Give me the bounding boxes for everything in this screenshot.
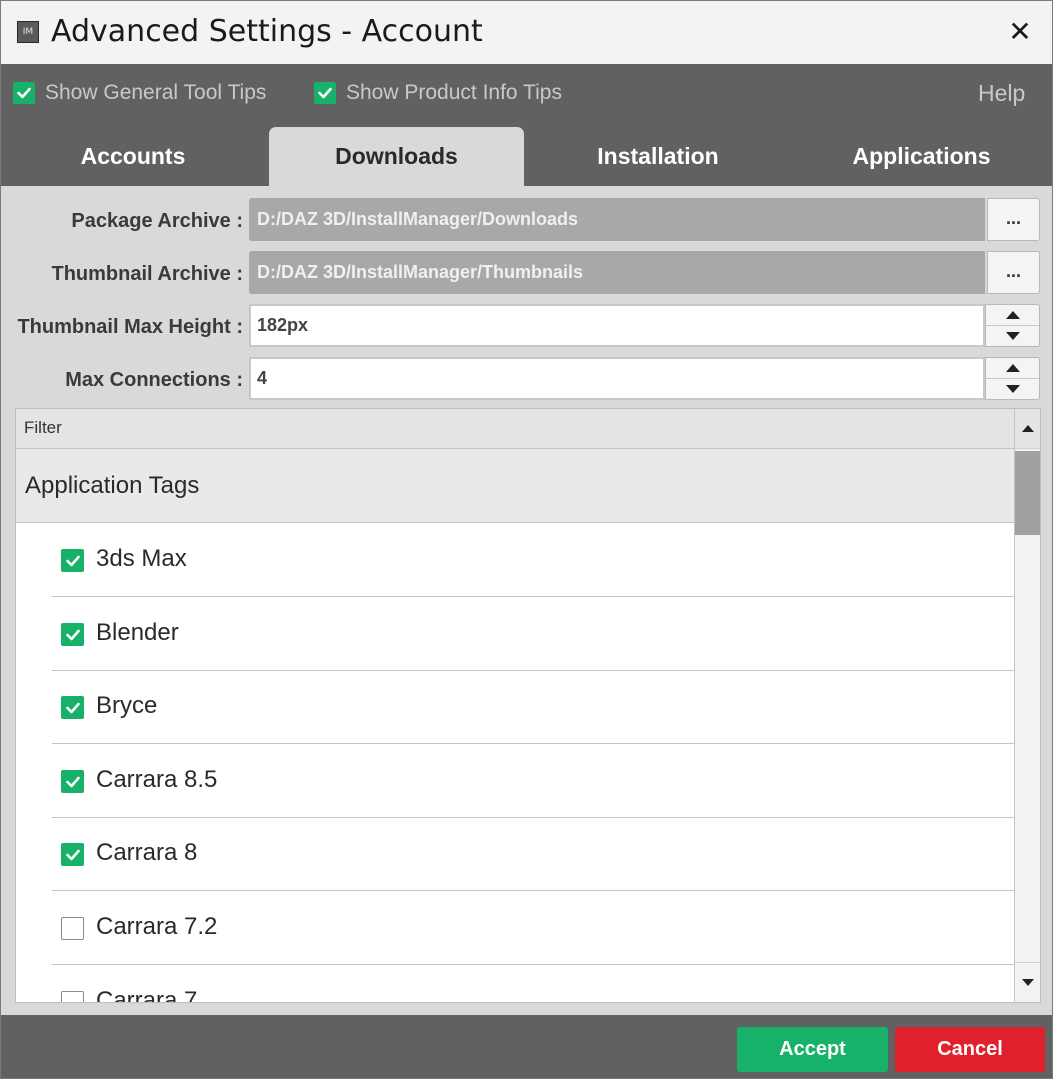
show-product-info-tips-label: Show Product Info Tips bbox=[346, 81, 562, 104]
list-item: Carrara 7.2 bbox=[16, 891, 1014, 965]
package-archive-path-field: D:/DAZ 3D/InstallManager/Downloads bbox=[249, 198, 985, 241]
increment-arrow-icon[interactable] bbox=[986, 358, 1039, 379]
thumbnail-max-height-input[interactable]: 182px bbox=[249, 304, 985, 347]
thumbnail-archive-browse-button[interactable]: ... bbox=[987, 251, 1040, 294]
checkbox-checked-icon[interactable] bbox=[61, 770, 84, 793]
checkbox-checked-icon[interactable] bbox=[13, 82, 35, 104]
checkbox-checked-icon[interactable] bbox=[314, 82, 336, 104]
list-item: Carrara 7 bbox=[16, 965, 1014, 1003]
thumbnail-max-height-label: Thumbnail Max Height : bbox=[17, 316, 243, 338]
decrement-arrow-icon[interactable] bbox=[986, 379, 1039, 399]
tab-accounts[interactable]: Accounts bbox=[1, 127, 265, 186]
help-link[interactable]: Help bbox=[978, 80, 1025, 107]
checkbox-checked-icon[interactable] bbox=[61, 843, 84, 866]
tab-downloads[interactable]: Downloads bbox=[269, 127, 524, 186]
thumbnail-max-height-stepper bbox=[985, 304, 1040, 347]
increment-arrow-icon[interactable] bbox=[986, 305, 1039, 326]
application-tags-group-header: Application Tags bbox=[16, 449, 1014, 523]
close-icon[interactable]: ✕ bbox=[1001, 13, 1039, 51]
list-item: Carrara 8.5 bbox=[16, 744, 1014, 818]
checkbox-unchecked-icon[interactable] bbox=[61, 917, 84, 940]
cancel-button[interactable]: Cancel bbox=[895, 1027, 1045, 1072]
max-connections-input[interactable]: 4 bbox=[249, 357, 985, 400]
list-item-label: Bryce bbox=[96, 692, 158, 719]
package-archive-label: Package Archive : bbox=[71, 210, 243, 232]
list-item-label: Carrara 7.2 bbox=[96, 913, 218, 940]
title-bar: IM Advanced Settings - Account ✕ bbox=[1, 1, 1052, 64]
list-item: Blender bbox=[16, 597, 1014, 671]
application-tags-list: Filter Application Tags 3ds Max Blender bbox=[15, 408, 1041, 1003]
list-item-label: Carrara 8 bbox=[96, 839, 198, 866]
scrollbar-thumb[interactable] bbox=[1015, 451, 1040, 535]
advanced-settings-window: IM Advanced Settings - Account ✕ Show Ge… bbox=[0, 0, 1053, 1079]
thumbnail-archive-label: Thumbnail Archive : bbox=[51, 263, 243, 285]
scroll-up-arrow-icon[interactable] bbox=[1015, 409, 1040, 449]
checkbox-checked-icon[interactable] bbox=[61, 696, 84, 719]
dialog-footer: Accept Cancel bbox=[1, 1015, 1052, 1078]
scroll-down-arrow-icon[interactable] bbox=[1015, 962, 1040, 1002]
tips-bar: Show General Tool Tips Show Product Info… bbox=[1, 64, 1052, 124]
install-manager-app-icon: IM bbox=[17, 21, 39, 43]
list-item: Carrara 8 bbox=[16, 817, 1014, 891]
checkbox-checked-icon[interactable] bbox=[61, 549, 84, 572]
tab-installation[interactable]: Installation bbox=[528, 127, 788, 186]
window-title: Advanced Settings - Account bbox=[51, 14, 483, 49]
thumbnail-archive-path-field: D:/DAZ 3D/InstallManager/Thumbnails bbox=[249, 251, 985, 294]
list-item-label: Carrara 7 bbox=[96, 987, 198, 1003]
checkbox-unchecked-icon[interactable] bbox=[61, 991, 84, 1002]
package-archive-browse-button[interactable]: ... bbox=[987, 198, 1040, 241]
max-connections-stepper bbox=[985, 357, 1040, 400]
list-item: Bryce bbox=[16, 670, 1014, 744]
list-item-label: Blender bbox=[96, 619, 179, 646]
list-item-label: Carrara 8.5 bbox=[96, 766, 218, 793]
tab-bar: Accounts Downloads Installation Applicat… bbox=[1, 124, 1052, 186]
max-connections-label: Max Connections : bbox=[65, 369, 243, 391]
show-general-tool-tips-label: Show General Tool Tips bbox=[45, 81, 267, 104]
decrement-arrow-icon[interactable] bbox=[986, 326, 1039, 346]
list-scrollbar[interactable] bbox=[1014, 409, 1040, 1002]
accept-button[interactable]: Accept bbox=[737, 1027, 888, 1072]
checkbox-checked-icon[interactable] bbox=[61, 623, 84, 646]
tab-applications[interactable]: Applications bbox=[791, 127, 1052, 186]
downloads-panel: Package Archive : D:/DAZ 3D/InstallManag… bbox=[1, 186, 1052, 1015]
show-product-info-tips-toggle[interactable]: Show Product Info Tips bbox=[314, 81, 562, 105]
show-general-tool-tips-toggle[interactable]: Show General Tool Tips bbox=[13, 81, 266, 105]
list-item-label: 3ds Max bbox=[96, 545, 187, 572]
list-item: 3ds Max bbox=[16, 523, 1014, 597]
filter-input[interactable]: Filter bbox=[16, 409, 1014, 449]
